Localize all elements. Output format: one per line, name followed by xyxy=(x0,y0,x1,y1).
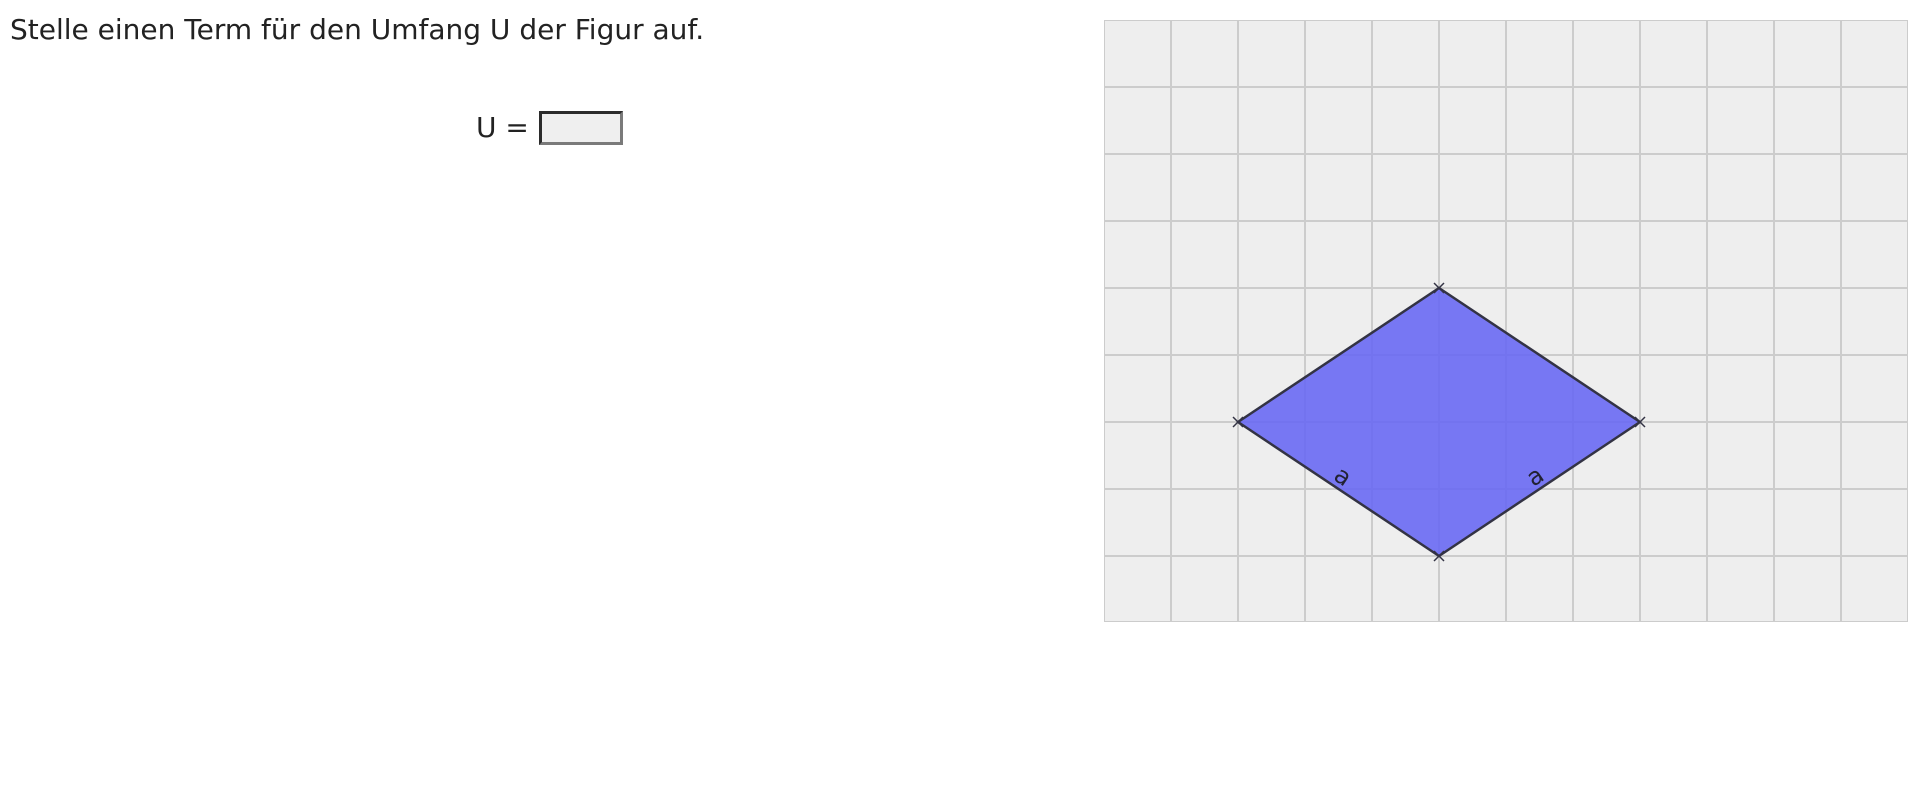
perimeter-input[interactable] xyxy=(538,111,623,145)
task-prompt: Stelle einen Term für den Umfang U der F… xyxy=(10,13,705,46)
answer-row: U = xyxy=(476,110,623,146)
geometry-canvas: a a xyxy=(1104,20,1908,622)
task-page: Stelle einen Term für den Umfang U der F… xyxy=(0,0,1920,810)
answer-label: U = xyxy=(476,111,529,144)
geometry-figure: a a xyxy=(1104,20,1908,622)
